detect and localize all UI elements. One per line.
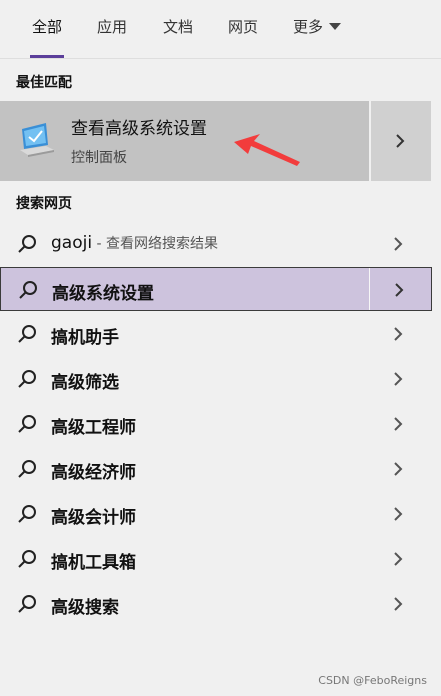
- tab-web[interactable]: 网页: [228, 0, 258, 58]
- web-search-heading: 搜索网页: [16, 196, 72, 212]
- best-match-subtitle: 控制面板: [71, 150, 127, 166]
- chevron-down-icon: [329, 23, 342, 30]
- tab-apps[interactable]: 应用: [97, 0, 127, 58]
- chevron-right-icon: [394, 417, 403, 431]
- search-icon: [18, 550, 36, 568]
- suggestion-row[interactable]: 搞机工具箱: [0, 537, 431, 581]
- suggestion-label: 高级工程师: [51, 418, 136, 438]
- suggestion-label: 高级经济师: [51, 463, 136, 483]
- suggestion-label: 高级会计师: [51, 508, 136, 528]
- web-search-query-text: gaoji - 查看网络搜索结果: [51, 233, 218, 253]
- best-match-item[interactable]: 查看高级系统设置 控制面板: [0, 101, 369, 181]
- tab-documents[interactable]: 文档: [163, 0, 193, 58]
- chevron-right-icon: [394, 462, 403, 476]
- suggestion-row[interactable]: 高级筛选: [0, 357, 431, 401]
- tab-all[interactable]: 全部: [29, 0, 65, 58]
- suggestion-row-selected[interactable]: 高级系统设置: [0, 267, 432, 311]
- suggestion-label: 高级系统设置: [52, 284, 154, 304]
- chevron-right-icon: [394, 372, 403, 386]
- chevron-right-icon: [395, 283, 404, 297]
- query-hint: - 查看网络搜索结果: [92, 236, 219, 252]
- search-icon: [18, 415, 36, 433]
- suggestion-label: 高级筛选: [51, 373, 119, 393]
- search-icon: [18, 595, 36, 613]
- chevron-right-icon: [394, 597, 403, 611]
- chevron-right-icon: [394, 552, 403, 566]
- chevron-right-icon: [394, 327, 403, 341]
- search-icon: [18, 460, 36, 478]
- suggestion-label: 高级搜索: [51, 598, 119, 618]
- suggestion-row[interactable]: 高级经济师: [0, 447, 431, 491]
- search-icon: [18, 235, 36, 253]
- red-annotation-arrow-icon: [234, 134, 300, 166]
- suggestion-row[interactable]: 搞机助手: [0, 312, 431, 356]
- best-match-expand-button[interactable]: [369, 101, 431, 181]
- query-text: gaoji: [51, 233, 93, 253]
- chevron-right-icon: [396, 134, 405, 148]
- suggestion-label: 搞机工具箱: [51, 553, 136, 573]
- best-match-heading: 最佳匹配: [16, 75, 72, 91]
- watermark: CSDN @FeboReigns: [318, 674, 427, 687]
- search-icon: [18, 325, 36, 343]
- system-settings-monitor-icon: [20, 123, 54, 157]
- suggestion-label: 搞机助手: [51, 328, 119, 348]
- best-match-title: 查看高级系统设置: [71, 119, 207, 139]
- search-icon: [19, 281, 37, 299]
- chevron-right-icon: [394, 237, 403, 251]
- suggestion-row[interactable]: 高级会计师: [0, 492, 431, 536]
- search-icon: [18, 505, 36, 523]
- tab-more-label: 更多: [293, 18, 324, 36]
- search-icon: [18, 370, 36, 388]
- web-search-query-row[interactable]: gaoji - 查看网络搜索结果: [0, 222, 431, 266]
- suggestion-row[interactable]: 高级工程师: [0, 402, 431, 446]
- chevron-right-icon: [394, 507, 403, 521]
- row-divider: [369, 268, 370, 310]
- search-tabs: 全部 应用 文档 网页 更多: [0, 0, 441, 59]
- tab-more[interactable]: 更多: [293, 0, 342, 58]
- suggestion-row[interactable]: 高级搜索: [0, 582, 431, 626]
